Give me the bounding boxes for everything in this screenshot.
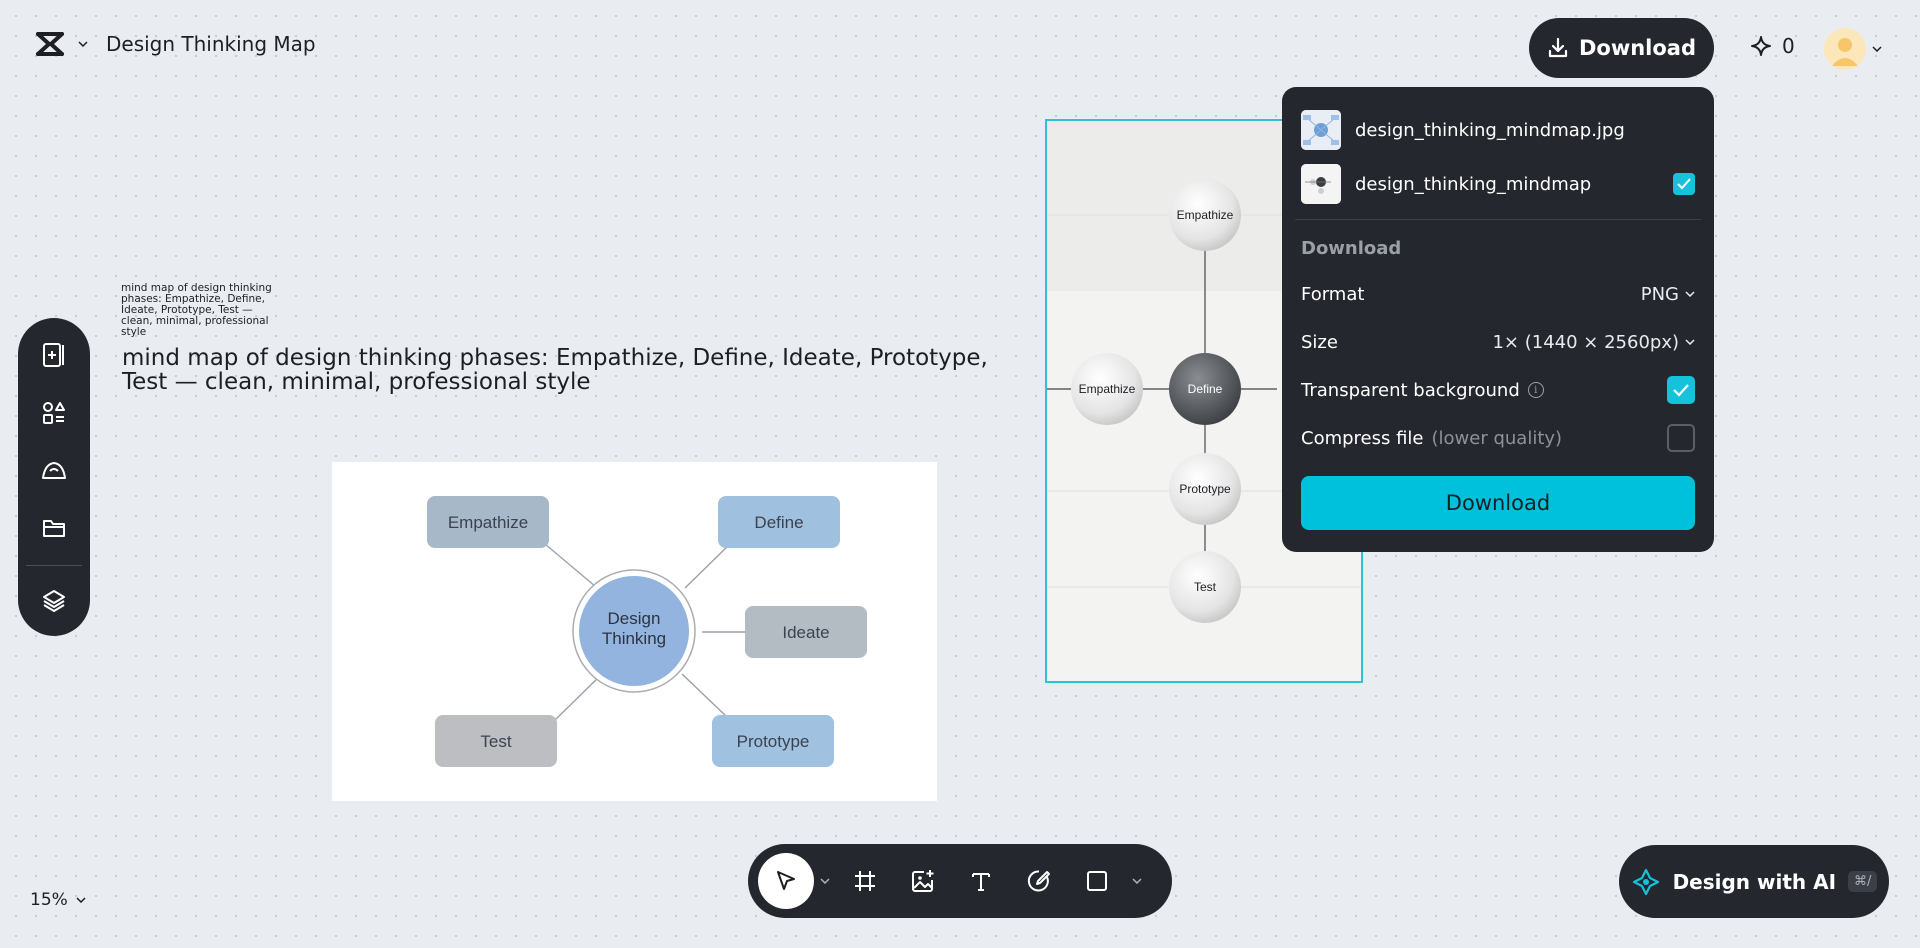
image2-node-top: Empathize — [1177, 208, 1234, 222]
shapes-icon — [43, 401, 65, 424]
format-value: PNG — [1640, 283, 1679, 305]
design-with-ai-button[interactable]: Design with AI ⌘/ — [1619, 845, 1889, 918]
select-tool-button[interactable] — [758, 853, 814, 909]
avatar[interactable] — [1824, 28, 1866, 70]
mindmap-center-line1: Design — [608, 609, 661, 628]
sparkle-icon — [1751, 36, 1771, 56]
file-thumbnail-jpg — [1301, 110, 1341, 150]
layers-icon — [43, 590, 65, 613]
info-icon[interactable]: i — [1527, 382, 1544, 398]
chevron-down-icon — [1685, 291, 1695, 297]
brand-kit-icon — [42, 461, 66, 479]
toolbar-divider — [26, 565, 82, 567]
size-row[interactable]: Size 1× (1440 × 2560px) — [1301, 318, 1695, 366]
mindmap-node-ideate: Ideate — [782, 623, 829, 642]
file-row-jpg[interactable]: design_thinking_mindmap.jpg — [1301, 103, 1695, 157]
brand-kit-button[interactable] — [30, 448, 78, 494]
compress-file-row[interactable]: Compress file (lower quality) — [1301, 414, 1695, 462]
mindmap-node-define: Define — [754, 513, 803, 532]
mindmap-node-test: Test — [480, 732, 511, 751]
project-title[interactable]: Design Thinking Map — [106, 32, 316, 56]
left-toolbar — [18, 318, 90, 636]
download-section-title: Download — [1301, 238, 1402, 259]
chevron-down-icon[interactable] — [76, 37, 90, 51]
image2-node-bottom: Test — [1194, 580, 1217, 594]
frame-tool-button[interactable] — [836, 853, 894, 909]
shortcut-badge: ⌘/ — [1848, 871, 1878, 892]
download-panel: design_thinking_mindmap.jpg design_think… — [1282, 87, 1714, 552]
elements-button[interactable] — [30, 390, 78, 436]
image2-node-center: Define — [1188, 382, 1223, 396]
ai-logo-icon — [1632, 868, 1659, 895]
size-select[interactable]: 1× (1440 × 2560px) — [1492, 332, 1695, 353]
chevron-down-icon — [820, 878, 830, 884]
mindmap-center-line2: Thinking — [602, 629, 666, 648]
download-icon — [1548, 37, 1568, 58]
shape-tool-menu[interactable] — [1126, 853, 1148, 909]
transparent-background-row[interactable]: Transparent background i — [1301, 366, 1695, 414]
check-icon — [1677, 178, 1691, 190]
draw-tool-button[interactable] — [1010, 853, 1068, 909]
text-tool-button[interactable] — [952, 853, 1010, 909]
transparent-background-checkbox[interactable] — [1667, 376, 1695, 404]
add-image-icon — [912, 870, 934, 892]
file-row-png[interactable]: design_thinking_mindmap — [1301, 157, 1695, 211]
account-menu[interactable] — [1824, 28, 1882, 70]
bottom-toolbar — [748, 844, 1172, 918]
select-tool-menu[interactable] — [814, 853, 836, 909]
credits-count: 0 — [1782, 34, 1795, 58]
check-icon — [1673, 383, 1689, 397]
design-with-ai-label: Design with AI — [1672, 869, 1837, 894]
format-select[interactable]: PNG — [1641, 284, 1695, 305]
chevron-down-icon — [76, 897, 86, 903]
panel-divider — [1295, 219, 1701, 220]
panel-download-button[interactable]: Download — [1301, 476, 1695, 530]
mindmap-node-prototype: Prototype — [737, 732, 810, 751]
mindmap-image[interactable]: Design Thinking Empathize Define Ideate … — [332, 462, 937, 801]
cursor-icon — [777, 871, 795, 890]
compress-note: (lower quality) — [1431, 427, 1563, 449]
add-page-button[interactable] — [30, 332, 78, 378]
shape-tool-button[interactable] — [1068, 853, 1126, 909]
file-thumbnail-png — [1301, 164, 1341, 204]
size-label: Size — [1301, 331, 1338, 353]
frame-icon — [855, 871, 875, 891]
image2-node-lower: Prototype — [1179, 482, 1231, 496]
compress-label-group: Compress file (lower quality) — [1301, 428, 1562, 449]
brand-area: Design Thinking Map — [34, 28, 316, 60]
file-name-jpg: design_thinking_mindmap.jpg — [1355, 119, 1625, 141]
transparent-label: Transparent background — [1301, 379, 1520, 401]
chevron-down-icon — [1872, 46, 1882, 52]
folder-icon — [43, 520, 65, 538]
layers-button[interactable] — [30, 578, 78, 624]
rectangle-icon — [1087, 871, 1107, 891]
download-button-label: Download — [1578, 36, 1697, 60]
format-label: Format — [1301, 283, 1365, 305]
text-icon — [972, 873, 990, 891]
credits-indicator[interactable]: 0 — [1750, 34, 1795, 58]
size-value: 1× (1440 × 2560px) — [1492, 331, 1679, 353]
app-logo-icon[interactable] — [34, 28, 66, 60]
add-page-icon — [43, 342, 64, 367]
chevron-down-icon — [1685, 339, 1695, 345]
mindmap-node-empathize: Empathize — [448, 513, 528, 532]
compress-label: Compress file — [1301, 427, 1424, 449]
prompt-text-small[interactable]: mind map of design thinking phases: Empa… — [121, 283, 281, 338]
zoom-value: 15% — [30, 890, 68, 910]
format-row[interactable]: Format PNG — [1301, 270, 1695, 318]
image-tool-button[interactable] — [894, 853, 952, 909]
transparent-label-group: Transparent background i — [1301, 380, 1544, 401]
compress-file-checkbox[interactable] — [1667, 424, 1695, 452]
image2-node-left: Empathize — [1079, 382, 1136, 396]
prompt-text-large[interactable]: mind map of design thinking phases: Empa… — [122, 346, 1002, 394]
projects-button[interactable] — [30, 505, 78, 551]
download-button[interactable]: Download — [1529, 18, 1714, 78]
zoom-control[interactable]: 15% — [30, 890, 86, 910]
file-select-checkbox[interactable] — [1673, 173, 1695, 195]
pen-circle-icon — [1027, 870, 1050, 892]
chevron-down-icon — [1132, 878, 1142, 884]
file-name-png: design_thinking_mindmap — [1355, 173, 1592, 195]
